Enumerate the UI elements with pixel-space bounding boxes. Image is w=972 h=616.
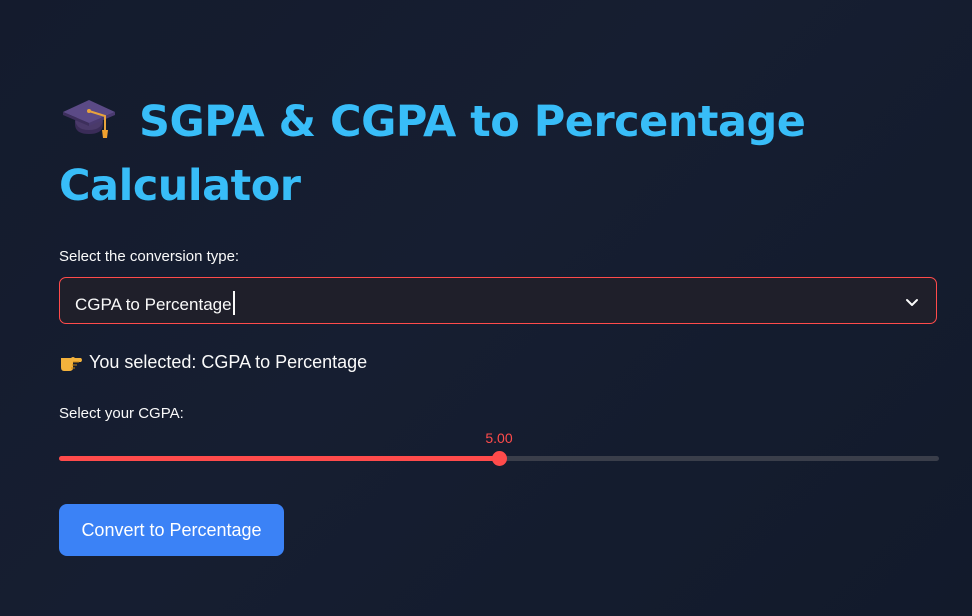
page-title: SGPA & CGPA to Percentage Calculator bbox=[59, 90, 939, 218]
selection-message: You selected: CGPA to Percentage bbox=[59, 350, 367, 373]
cgpa-slider-fill bbox=[59, 456, 499, 461]
conversion-type-label: Select the conversion type: bbox=[59, 248, 240, 265]
pointing-hand-icon bbox=[59, 350, 83, 372]
cgpa-slider-value: 5.00 bbox=[485, 430, 513, 446]
conversion-type-select[interactable]: CGPA to Percentage bbox=[59, 277, 937, 324]
page-title-text: SGPA & CGPA to Percentage Calculator bbox=[59, 97, 806, 211]
text-caret bbox=[232, 291, 235, 315]
conversion-type-value-wrap: CGPA to Percentage bbox=[75, 291, 235, 315]
selection-message-text: You selected: CGPA to Percentage bbox=[89, 352, 368, 372]
conversion-type-value: CGPA to Percentage bbox=[75, 295, 232, 314]
convert-to-percentage-button[interactable]: Convert to Percentage bbox=[59, 504, 284, 556]
graduation-cap-icon bbox=[59, 92, 119, 142]
cgpa-slider-track[interactable] bbox=[59, 451, 939, 466]
cgpa-slider-thumb[interactable] bbox=[492, 451, 507, 466]
cgpa-slider-label: Select your CGPA: bbox=[59, 405, 184, 422]
chevron-down-icon[interactable] bbox=[904, 294, 920, 310]
